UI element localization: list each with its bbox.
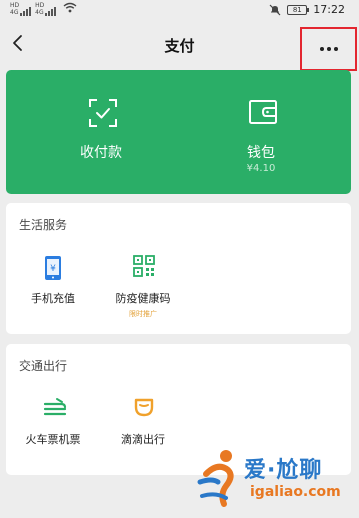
phone-topup-button[interactable]: ¥ 手机充值 — [8, 253, 98, 333]
signal-bars-icon — [20, 6, 32, 16]
status-bar: HD 4G HD 4G 81 17:22 — [0, 0, 359, 22]
phone-topup-label: 手机充值 — [31, 292, 75, 305]
wallet-button[interactable]: 钱包 ¥4.10 — [176, 70, 346, 194]
receive-pay-label: 收付款 — [80, 145, 122, 161]
watermark-url: igaliao.com — [250, 484, 341, 500]
svg-text:¥: ¥ — [50, 264, 56, 274]
sim1-signal: HD 4G — [10, 2, 32, 16]
sim1-tag: HD — [10, 2, 20, 9]
status-left: HD 4G HD 4G — [10, 2, 77, 16]
receive-pay-button[interactable]: 收付款 — [16, 70, 186, 194]
watermark: 爱·尬聊 igaliao.com — [196, 448, 354, 514]
qr-code-icon — [133, 255, 155, 277]
watermark-figure-icon — [197, 450, 234, 507]
pay-card: 收付款 钱包 ¥4.10 — [6, 70, 351, 194]
watermark-text: 爱·尬聊 — [244, 458, 323, 483]
battery-level: 81 — [292, 5, 302, 14]
phone-topup-icon: ¥ — [45, 256, 61, 280]
didi-icon — [134, 398, 154, 417]
didi-button[interactable]: 滴滴出行 — [98, 394, 188, 474]
life-services-header: 生活服务 — [19, 218, 68, 232]
life-services-card: 生活服务 ¥ 手机充值 防疫健康码 限时推广 — [6, 203, 351, 334]
clock: 17:22 — [313, 3, 345, 16]
promo-tag: 限时推广 — [129, 310, 157, 318]
wallet-label: 钱包 — [247, 145, 275, 161]
train-ticket-label: 火车票机票 — [25, 433, 81, 446]
health-code-button[interactable]: 防疫健康码 限时推广 — [98, 253, 188, 333]
health-code-label: 防疫健康码 — [115, 292, 171, 305]
sim2-signal: HD 4G — [35, 2, 57, 16]
travel-header: 交通出行 — [19, 359, 68, 373]
status-right: 81 17:22 — [269, 3, 345, 16]
train-icon — [43, 398, 67, 416]
signal-bars-icon — [45, 6, 57, 16]
train-ticket-button[interactable]: 火车票机票 — [8, 394, 98, 474]
more-options-highlight[interactable] — [300, 27, 357, 71]
wallet-icon — [249, 100, 277, 124]
sim2-net: 4G — [35, 9, 44, 16]
navigation-header: 支付 — [0, 22, 359, 71]
sim1-net: 4G — [10, 9, 19, 16]
wallet-balance: ¥4.10 — [246, 163, 276, 174]
battery-icon: 81 — [287, 4, 310, 15]
scan-check-icon — [89, 99, 117, 127]
wifi-icon — [63, 2, 77, 13]
mute-bell-icon — [269, 4, 281, 15]
didi-label: 滴滴出行 — [121, 433, 165, 446]
sim2-tag: HD — [35, 2, 45, 9]
more-options-icon[interactable] — [319, 47, 338, 51]
